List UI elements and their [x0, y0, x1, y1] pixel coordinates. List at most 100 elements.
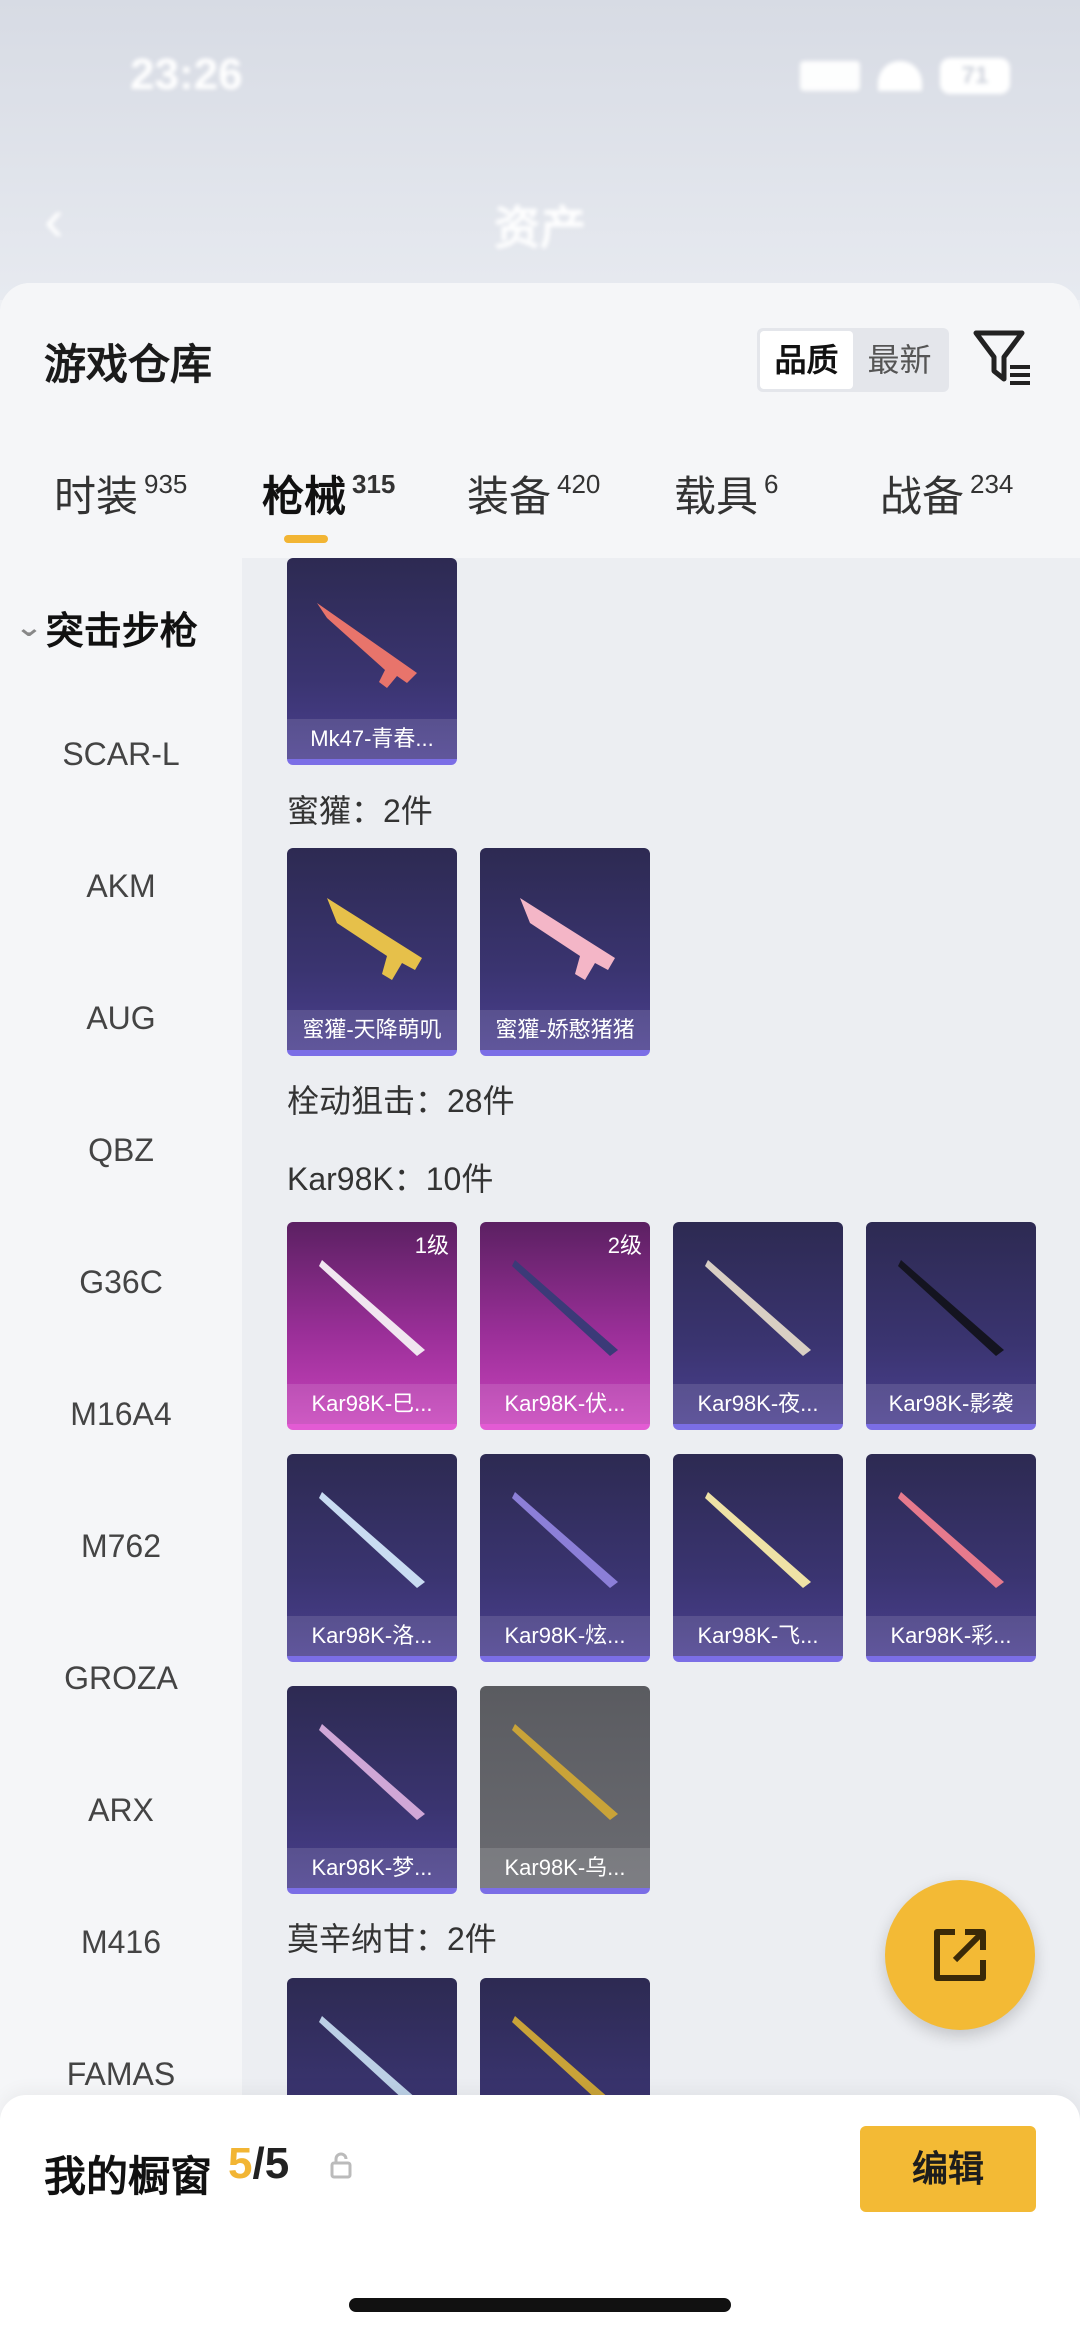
- sidebar-item-m762[interactable]: M762: [0, 1528, 242, 1565]
- sniper-rifle-icon: [512, 1492, 618, 1588]
- tab-supplies[interactable]: 战备 234: [880, 463, 1013, 524]
- status-icons: 71: [800, 58, 1010, 94]
- item-name: Kar98K-飞...: [673, 1616, 843, 1656]
- item-name: Kar98K-彩...: [866, 1616, 1036, 1656]
- showcase-count: 5/5: [228, 2139, 289, 2189]
- tab-guns[interactable]: 枪械 315: [262, 463, 396, 543]
- item-card[interactable]: Kar98K-彩...: [866, 1454, 1036, 1662]
- battery-level: 71: [961, 62, 989, 89]
- tab-equipment[interactable]: 装备 420: [467, 463, 600, 524]
- item-name: Kar98K-梦...: [287, 1848, 457, 1888]
- item-name: 蜜獾-娇憨猪猪: [480, 1010, 650, 1050]
- sort-option-quality[interactable]: 品质: [760, 331, 853, 389]
- tab-count: 315: [352, 469, 396, 499]
- share-button[interactable]: [885, 1880, 1035, 2030]
- item-card[interactable]: Kar98K-影袭: [866, 1222, 1036, 1430]
- status-time: 23:26: [130, 50, 243, 99]
- status-bar: 23:26 71: [0, 50, 1080, 110]
- item-name: 蜜獾-天降萌叽: [287, 1010, 457, 1050]
- item-name: Kar98K-夜...: [673, 1384, 843, 1424]
- tab-label: 载具: [674, 473, 759, 520]
- tab-label: 时装: [54, 473, 139, 520]
- item-name: Kar98K-影袭: [866, 1384, 1036, 1424]
- backdrop-header: 23:26 71 ‹ 资产: [0, 0, 1080, 300]
- item-grid: Mk47-青春... 蜜獾：2件 蜜獾-天降萌叽 蜜獾-娇憨猪猪 栓动狙击：28…: [242, 558, 1080, 2341]
- tab-count: 935: [144, 469, 188, 499]
- sheet-title: 游戏仓库: [44, 341, 213, 388]
- sniper-rifle-icon: [512, 1724, 618, 1820]
- item-name: Kar98K-洛...: [287, 1616, 457, 1656]
- sniper-rifle-icon: [319, 1724, 425, 1820]
- item-card[interactable]: Kar98K-炫...: [480, 1454, 650, 1662]
- item-card[interactable]: Kar98K-乌...: [480, 1686, 650, 1894]
- sniper-rifle-icon: [319, 1492, 425, 1588]
- item-card[interactable]: Kar98K-梦...: [287, 1686, 457, 1894]
- tab-count: 6: [764, 469, 779, 499]
- item-name: Mk47-青春...: [287, 719, 457, 759]
- battery-icon: 71: [940, 58, 1010, 94]
- item-card[interactable]: 蜜獾-天降萌叽: [287, 848, 457, 1056]
- sidebar-item-aug[interactable]: AUG: [0, 1000, 242, 1037]
- section-heading: 栓动狙击：28件: [287, 1083, 515, 1119]
- share-icon: [934, 1929, 986, 1981]
- tab-label: 枪械: [262, 473, 347, 520]
- page-title: 资产: [494, 202, 586, 254]
- item-card[interactable]: 蜜獾-娇憨猪猪: [480, 848, 650, 1056]
- item-name: Kar98K-伏...: [480, 1384, 650, 1424]
- weapon-type-sidebar: ⌄ 突击步枪 SCAR-L AKM AUG QBZ G36C M16A4 M76…: [0, 558, 242, 2341]
- sniper-rifle-icon: [898, 1260, 1004, 1356]
- nav-bar: ‹ 资产: [0, 180, 1080, 260]
- item-card[interactable]: 2级 Kar98K-伏...: [480, 1222, 650, 1430]
- tab-label: 装备: [467, 473, 552, 520]
- home-indicator: [349, 2298, 731, 2312]
- tab-fashion[interactable]: 时装 935: [54, 463, 187, 524]
- tab-vehicles[interactable]: 载具 6: [674, 463, 778, 524]
- item-name: Kar98K-炫...: [480, 1616, 650, 1656]
- sidebar-item-g36c[interactable]: G36C: [0, 1264, 242, 1301]
- signal-icon: [800, 61, 860, 91]
- showcase-total: /5: [252, 2139, 290, 2188]
- smg-icon: [520, 898, 615, 980]
- sniper-rifle-icon: [898, 1492, 1004, 1588]
- item-name: Kar98K-巳...: [287, 1384, 457, 1424]
- sniper-rifle-icon: [319, 1260, 425, 1356]
- item-card[interactable]: Mk47-青春...: [287, 558, 457, 765]
- sniper-rifle-icon: [705, 1492, 811, 1588]
- category-tabs: 时装 935 枪械 315 装备 420 载具 6 战备 234: [0, 463, 1080, 558]
- tab-active-indicator: [284, 535, 328, 543]
- tab-count: 234: [970, 469, 1014, 499]
- edit-button[interactable]: 编辑: [860, 2126, 1036, 2212]
- item-card[interactable]: Kar98K-洛...: [287, 1454, 457, 1662]
- section-heading: Kar98K：10件: [287, 1161, 494, 1197]
- item-card[interactable]: Kar98K-夜...: [673, 1222, 843, 1430]
- sidebar-item-akm[interactable]: AKM: [0, 868, 242, 905]
- sidebar-item-famas[interactable]: FAMAS: [0, 2056, 242, 2093]
- item-name: Kar98K-乌...: [480, 1848, 650, 1888]
- sidebar-item-qbz[interactable]: QBZ: [0, 1132, 242, 1169]
- sidebar-group-assault-rifle[interactable]: ⌄ 突击步枪: [14, 600, 198, 655]
- sidebar-group-label: 突击步枪: [45, 611, 198, 653]
- sidebar-item-m416[interactable]: M416: [0, 1924, 242, 1961]
- sidebar-item-groza[interactable]: GROZA: [0, 1660, 242, 1697]
- filter-icon[interactable]: [970, 323, 1036, 389]
- sidebar-item-arx[interactable]: ARX: [0, 1792, 242, 1829]
- smg-icon: [327, 898, 422, 980]
- sort-toggle: 品质 最新: [757, 328, 949, 392]
- rifle-icon: [317, 603, 417, 688]
- tab-label: 战备: [880, 473, 965, 520]
- sidebar-item-m16a4[interactable]: M16A4: [0, 1396, 242, 1433]
- sort-option-latest[interactable]: 最新: [853, 331, 946, 389]
- item-card[interactable]: 1级 Kar98K-巳...: [287, 1222, 457, 1430]
- showcase-current: 5: [228, 2139, 253, 2188]
- sidebar-item-scar-l[interactable]: SCAR-L: [0, 736, 242, 773]
- item-card[interactable]: Kar98K-飞...: [673, 1454, 843, 1662]
- lock-icon: [330, 2152, 352, 2179]
- section-heading: 蜜獾：2件: [287, 793, 433, 829]
- wifi-icon: [878, 61, 922, 91]
- chevron-down-icon: ⌄: [14, 612, 44, 642]
- sniper-rifle-icon: [512, 1260, 618, 1356]
- sheet-header: 游戏仓库 品质 最新 时装 935 枪械 315 装备 420 载具 6 战备 234: [0, 283, 1080, 558]
- showcase-label: 我的橱窗: [44, 2153, 213, 2200]
- tab-count: 420: [557, 469, 601, 499]
- section-heading: 莫辛纳甘：2件: [287, 1921, 497, 1957]
